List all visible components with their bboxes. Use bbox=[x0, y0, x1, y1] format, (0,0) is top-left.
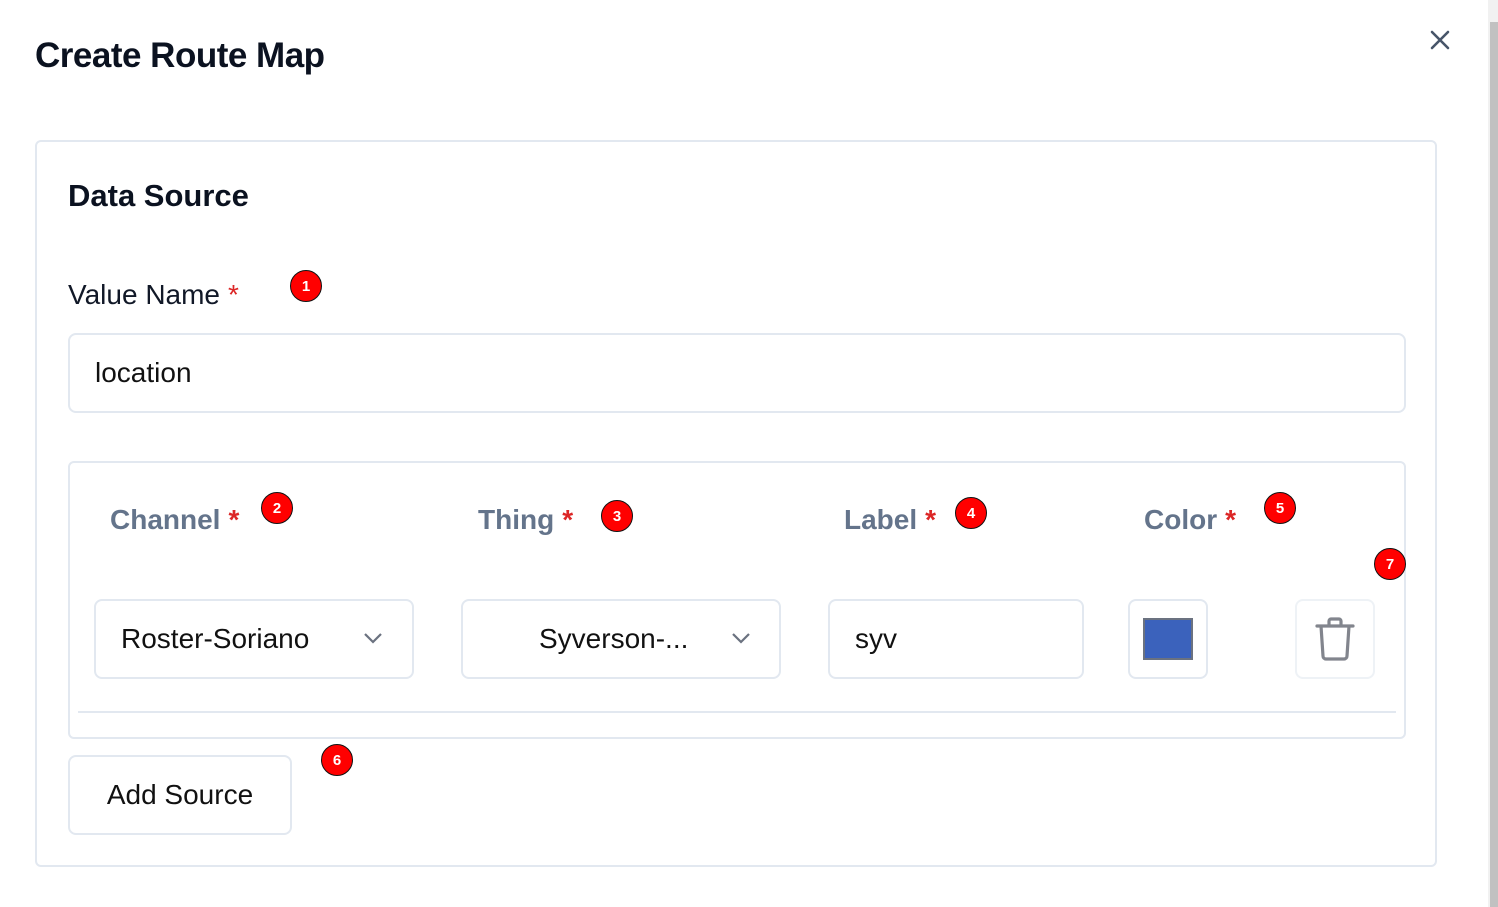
channel-select[interactable]: Roster-Soriano bbox=[94, 599, 414, 679]
thing-select[interactable]: Syverson-... bbox=[461, 599, 781, 679]
color-label: Color * bbox=[1144, 504, 1236, 536]
marker-badge-4: 4 bbox=[955, 497, 987, 529]
label-label-text: Label bbox=[844, 504, 918, 535]
label-input[interactable]: syv bbox=[828, 599, 1084, 679]
value-name-input[interactable]: location bbox=[68, 333, 1406, 413]
section-heading: Data Source bbox=[68, 178, 249, 213]
required-asterisk: * bbox=[1225, 504, 1237, 535]
chevron-down-icon bbox=[732, 633, 750, 644]
thing-label: Thing * bbox=[478, 504, 573, 536]
channel-label-text: Channel bbox=[110, 504, 221, 535]
trash-icon bbox=[1315, 617, 1355, 661]
marker-badge-3: 3 bbox=[601, 500, 633, 532]
value-name-label: Value Name * bbox=[68, 279, 239, 311]
required-asterisk: * bbox=[925, 504, 937, 535]
color-swatch bbox=[1143, 618, 1193, 660]
close-icon[interactable] bbox=[1424, 24, 1456, 56]
marker-badge-1: 1 bbox=[290, 270, 322, 302]
thing-select-value: Syverson-... bbox=[539, 623, 689, 654]
label-column-label: Label * bbox=[844, 504, 936, 536]
marker-badge-7: 7 bbox=[1374, 548, 1406, 580]
thing-label-text: Thing bbox=[478, 504, 555, 535]
color-label-text: Color bbox=[1144, 504, 1218, 535]
channel-select-value: Roster-Soriano bbox=[121, 623, 310, 654]
required-asterisk: * bbox=[228, 504, 240, 535]
channel-label: Channel * bbox=[110, 504, 239, 536]
add-source-button[interactable]: Add Source bbox=[68, 755, 292, 835]
marker-badge-2: 2 bbox=[261, 492, 293, 524]
scrollbar-thumb[interactable] bbox=[1490, 22, 1498, 907]
dialog-title: Create Route Map bbox=[35, 36, 325, 75]
color-picker[interactable] bbox=[1128, 599, 1208, 679]
value-name-label-text: Value Name bbox=[68, 279, 221, 310]
marker-badge-5: 5 bbox=[1264, 492, 1296, 524]
row-divider bbox=[78, 711, 1396, 713]
required-asterisk: * bbox=[228, 279, 239, 310]
delete-source-button[interactable] bbox=[1295, 599, 1375, 679]
chevron-down-icon bbox=[364, 633, 382, 644]
required-asterisk: * bbox=[562, 504, 574, 535]
marker-badge-6: 6 bbox=[321, 744, 353, 776]
